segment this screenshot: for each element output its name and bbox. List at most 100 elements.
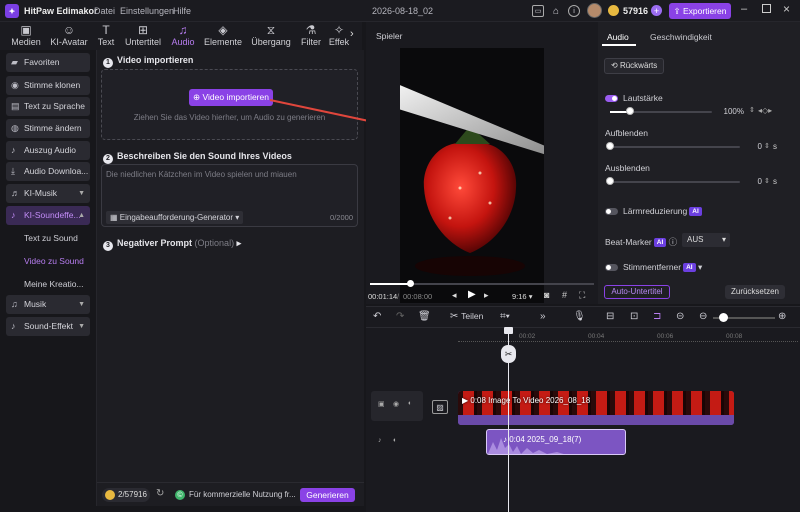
- keyframe-icon[interactable]: ◂◇▸: [758, 106, 772, 115]
- add-credits-icon[interactable]: +: [651, 5, 662, 16]
- subitem-video-zu-sound[interactable]: Video zu Sound: [24, 256, 84, 266]
- magnet-icon[interactable]: ⊐: [653, 311, 661, 322]
- playhead-handle[interactable]: [504, 327, 513, 334]
- redo-icon[interactable]: ↷: [396, 311, 404, 322]
- stepper-icon[interactable]: ⇕: [749, 106, 755, 114]
- voice-remover-toggle[interactable]: [605, 264, 618, 271]
- video-preview[interactable]: [400, 48, 544, 303]
- sidebar-item-stimme-aendern[interactable]: ◍ Stimme ändern: [6, 119, 90, 138]
- sidebar-item-audio-download[interactable]: ⤓ Audio Downloa...: [6, 162, 90, 181]
- align-icon[interactable]: ⊡: [630, 311, 638, 322]
- grid-icon[interactable]: #: [562, 290, 567, 300]
- tab-text[interactable]: T Text: [94, 22, 118, 50]
- playhead-split-icon[interactable]: ✂: [501, 345, 516, 363]
- crop-tool-icon[interactable]: ⌗▾: [500, 311, 510, 322]
- generate-button[interactable]: Generieren: [300, 488, 355, 502]
- fade-in-handle[interactable]: [606, 142, 614, 150]
- timeline-panel: ↶ ↷ 🗑 ✂ Teilen ⌗▾ » 🎙 ⊟ ⊡ ⊐ ⊝ ⊖ ⊕ 00:02 …: [366, 306, 800, 512]
- stepper-icon[interactable]: ⇕: [764, 142, 770, 150]
- tab-medien[interactable]: ▣ Medien: [8, 22, 44, 50]
- audio-track-mute-icon[interactable]: ◐: [393, 437, 397, 444]
- volume-handle[interactable]: [626, 107, 635, 115]
- minimize-icon[interactable]: –: [741, 3, 747, 15]
- menu-hilfe[interactable]: Hilfe: [173, 6, 191, 16]
- play-icon[interactable]: ▶: [468, 289, 476, 300]
- sidebar-item-musik[interactable]: ♫ Musik ▼: [6, 295, 90, 314]
- avatar[interactable]: [587, 3, 602, 18]
- step-3-heading[interactable]: 3 Negativer Prompt (Optional) ▸: [103, 238, 241, 251]
- zoom-handle[interactable]: [719, 313, 728, 322]
- volume-slider[interactable]: [610, 111, 712, 113]
- tab-effekte[interactable]: ✧ Effek: [328, 22, 350, 50]
- audio-clip[interactable]: ♪ 0:04 2025_09_18(7): [486, 429, 626, 455]
- reverse-button[interactable]: ⟲ Rückwärts: [604, 58, 665, 74]
- fullscreen-icon[interactable]: ⛶: [579, 290, 585, 301]
- zoom-in-icon[interactable]: ⊕: [778, 311, 786, 322]
- audio-track-link-icon[interactable]: ♪: [378, 437, 382, 444]
- subitem-text-zu-sound[interactable]: Text zu Sound: [24, 233, 78, 243]
- video-clip[interactable]: ▶ 0:08 Image To Video 2026_08_18: [458, 391, 734, 425]
- export-button[interactable]: ⇪ Exportieren: [669, 3, 731, 19]
- player-label: Spieler: [376, 31, 403, 41]
- time-current: 00:01:14: [368, 292, 398, 301]
- tab-audio[interactable]: ♫ Audio: [169, 22, 197, 50]
- maximize-icon[interactable]: [762, 4, 771, 13]
- noise-reduction-toggle[interactable]: [605, 208, 618, 215]
- microphone-icon[interactable]: 🎙: [573, 311, 586, 322]
- snapshot-icon[interactable]: ◙: [544, 290, 549, 300]
- fade-out-handle[interactable]: [606, 177, 614, 185]
- lock-icon[interactable]: ▣: [378, 400, 385, 408]
- tab-ki-avatar[interactable]: ☺ KI-Avatar: [47, 22, 91, 50]
- player-scrubber[interactable]: [370, 283, 594, 285]
- sidebar-item-text-zu-sprache[interactable]: ▤ Text zu Sprache: [6, 97, 90, 116]
- tab-filter[interactable]: ⚗ Filter: [298, 22, 324, 50]
- subitem-meine-kreationen[interactable]: Meine Kreatio...: [24, 279, 84, 289]
- fade-out-slider[interactable]: [610, 181, 740, 183]
- volume-toggle[interactable]: [605, 95, 618, 102]
- eye-icon[interactable]: ◉: [393, 400, 399, 408]
- tab-uebergang[interactable]: ⧖ Übergang: [250, 22, 292, 50]
- fade-in-value[interactable]: 0: [750, 142, 762, 151]
- split-button[interactable]: ✂ Teilen: [450, 311, 483, 322]
- gift-icon[interactable]: ⌂: [550, 5, 562, 17]
- cover-image-icon[interactable]: ▨: [432, 400, 448, 414]
- close-icon[interactable]: ×: [783, 2, 790, 16]
- prompt-textarea[interactable]: Die niedlichen Kätzchen im Video spielen…: [101, 164, 358, 227]
- mute-icon[interactable]: ◐: [408, 400, 412, 407]
- sidebar-item-stimme-klonen[interactable]: ◉ Stimme klonen: [6, 76, 90, 95]
- menu-einstellungen[interactable]: Einstellungen: [120, 6, 174, 16]
- sidebar-item-favoriten[interactable]: ▰ Favoriten: [6, 53, 90, 72]
- reset-button[interactable]: Zurücksetzen: [725, 285, 785, 299]
- loop-icon[interactable]: ⊝: [676, 311, 684, 322]
- refresh-icon[interactable]: ↻: [156, 488, 164, 499]
- next-frame-icon[interactable]: ▸: [484, 290, 489, 301]
- info-icon[interactable]: ⓘ: [669, 237, 678, 247]
- auto-subtitle-button[interactable]: Auto-Untertitel: [604, 285, 670, 299]
- chevron-down-icon[interactable]: ▾: [698, 262, 702, 272]
- aspect-ratio-dropdown[interactable]: 9:16 ▾: [512, 292, 532, 301]
- info-icon[interactable]: i: [568, 5, 580, 17]
- sidebar-item-ki-soundeffekt[interactable]: ♪ KI-Soundeffe... ▲: [6, 206, 90, 225]
- tab-untertitel[interactable]: ⊞ Untertitel: [122, 22, 164, 50]
- link-icon[interactable]: ⊟: [606, 311, 614, 322]
- volume-value[interactable]: 100%: [716, 107, 744, 116]
- monitor-icon[interactable]: ▭: [532, 5, 544, 17]
- tab-audio-props[interactable]: Audio: [602, 26, 636, 46]
- sidebar-item-ki-musik[interactable]: ♬ KI-Musik ▼: [6, 184, 90, 203]
- undo-icon[interactable]: ↶: [373, 311, 381, 322]
- prompt-generator-dropdown[interactable]: ▦ Eingabeaufforderung-Generator ▾: [106, 211, 244, 224]
- sidebar-item-auszug-audio[interactable]: ♪ Auszug Audio: [6, 141, 90, 160]
- sidebar-item-sound-effekt[interactable]: ♪ Sound-Effekt ▼: [6, 317, 90, 336]
- fade-in-slider[interactable]: [610, 146, 740, 148]
- chevron-right-icon[interactable]: ›: [350, 28, 354, 40]
- stepper-icon[interactable]: ⇕: [764, 177, 770, 185]
- tab-elemente[interactable]: ◈ Elemente: [203, 22, 243, 50]
- prev-frame-icon[interactable]: ◂: [452, 290, 457, 301]
- fade-out-value[interactable]: 0: [750, 177, 762, 186]
- zoom-out-icon[interactable]: ⊖: [699, 311, 707, 322]
- delete-icon[interactable]: 🗑: [418, 311, 431, 322]
- tab-geschwindigkeit[interactable]: Geschwindigkeit: [650, 32, 712, 42]
- beat-marker-dropdown[interactable]: AUS ▾: [682, 233, 730, 247]
- menu-datei[interactable]: Datei: [94, 6, 115, 16]
- forward-icon[interactable]: »: [540, 311, 546, 322]
